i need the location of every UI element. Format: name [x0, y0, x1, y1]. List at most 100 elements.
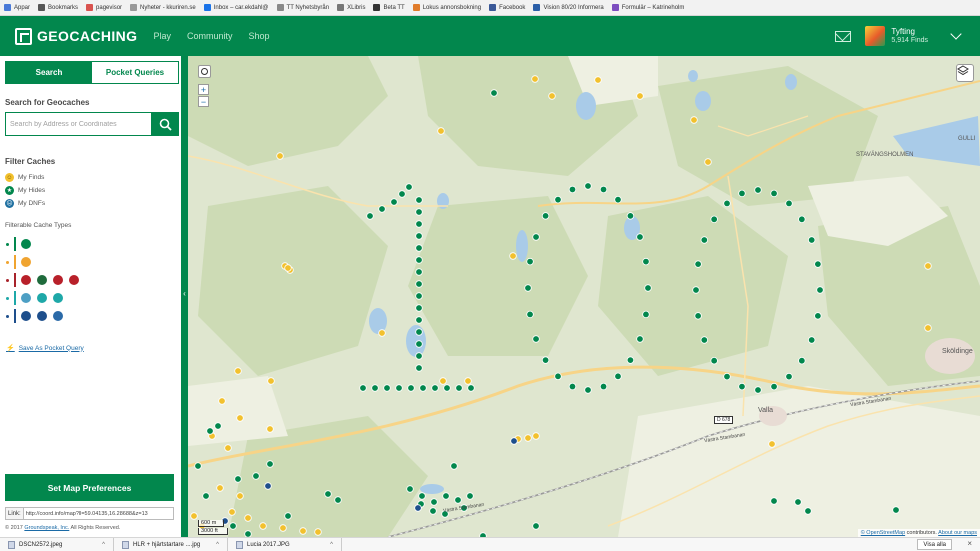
found-cache-marker[interactable]	[279, 524, 287, 532]
traditional-cache-marker[interactable]	[266, 460, 274, 468]
traditional-cache-marker[interactable]	[214, 422, 222, 430]
close-icon[interactable]: ×	[967, 539, 972, 548]
bookmark-facebook[interactable]: Facebook	[489, 4, 525, 11]
search-button[interactable]	[151, 112, 179, 136]
openstreetmap-link[interactable]: © OpenStreetMap	[861, 530, 905, 536]
traditional-cache-marker[interactable]	[584, 182, 592, 190]
avatar[interactable]	[865, 26, 886, 46]
traditional-cache-marker[interactable]	[415, 280, 423, 288]
traditional-cache-marker[interactable]	[554, 195, 562, 204]
traditional-cache-marker[interactable]	[770, 382, 778, 391]
traditional-cache-marker[interactable]	[490, 89, 498, 97]
found-cache-marker[interactable]	[267, 377, 275, 385]
found-cache-marker[interactable]	[236, 414, 244, 422]
chevron-up-icon[interactable]: ^	[330, 542, 333, 548]
traditional-cache-marker[interactable]	[700, 336, 709, 344]
cache-type-row-virtual[interactable]	[6, 291, 69, 305]
traditional-cache-marker[interactable]	[754, 186, 762, 194]
traditional-cache-marker[interactable]	[644, 284, 652, 292]
found-cache-marker[interactable]	[266, 425, 274, 433]
traditional-cache-marker[interactable]	[467, 384, 475, 392]
found-cache-marker[interactable]	[244, 514, 252, 522]
mystery-cache-icon[interactable]	[21, 311, 31, 321]
traditional-cache-marker[interactable]	[415, 304, 423, 312]
found-cache-marker[interactable]	[548, 92, 556, 100]
user-info[interactable]: Tyfting 5,914 Finds	[891, 27, 928, 44]
traditional-cache-marker[interactable]	[398, 190, 406, 198]
traditional-cache-marker[interactable]	[723, 199, 731, 208]
map-link-field[interactable]: http://coord.info/map?ll=59.04135,16.286…	[22, 507, 174, 520]
save-as-pocket-query-link[interactable]: ⚡ Save As Pocket Query	[6, 344, 84, 353]
bookmark-vision[interactable]: Vision 80/20 Informera	[533, 4, 604, 11]
traditional-cache-marker[interactable]	[415, 220, 423, 228]
show-all-downloads-button[interactable]: Visa alla	[917, 539, 952, 550]
traditional-cache-marker[interactable]	[599, 185, 608, 194]
traditional-cache-marker[interactable]	[407, 384, 415, 392]
traditional-cache-marker[interactable]	[415, 340, 423, 348]
bookmark-lokus[interactable]: Lokus annonsbokning	[412, 4, 481, 11]
bookmark-apps[interactable]: Appar	[4, 4, 30, 11]
found-cache-marker[interactable]	[314, 528, 322, 536]
traditional-cache-marker[interactable]	[415, 268, 423, 276]
traditional-cache-marker[interactable]	[785, 199, 793, 208]
traditional-cache-marker[interactable]	[252, 472, 260, 480]
traditional-cache-marker[interactable]	[642, 310, 650, 319]
traditional-cache-marker[interactable]	[554, 372, 562, 381]
traditional-cache-marker[interactable]	[450, 462, 458, 470]
bookmark-beta-tt[interactable]: Beta TT	[373, 4, 405, 11]
found-cache-marker[interactable]	[276, 152, 284, 160]
found-cache-marker[interactable]	[299, 527, 307, 535]
chevron-down-icon[interactable]	[950, 28, 962, 40]
traditional-cache-icon[interactable]	[21, 239, 31, 249]
traditional-cache-marker[interactable]	[415, 232, 423, 240]
traditional-cache-marker[interactable]	[526, 257, 534, 266]
traditional-cache-marker[interactable]	[700, 236, 709, 244]
traditional-cache-marker[interactable]	[418, 492, 426, 500]
wherigo-icon[interactable]	[37, 311, 47, 321]
webcam-cache-icon[interactable]	[53, 293, 63, 303]
bookmark-inbox[interactable]: Inbox – car.ekdahl@	[203, 4, 269, 11]
bookmark-xlibris[interactable]: XLibris	[337, 4, 365, 11]
bookmark-bookmarks[interactable]: Bookmarks	[38, 4, 78, 11]
cache-type-row-events[interactable]	[6, 273, 85, 287]
found-cache-marker[interactable]	[532, 432, 540, 440]
traditional-cache-marker[interactable]	[202, 492, 210, 500]
traditional-cache-marker[interactable]	[814, 312, 822, 320]
bookmark-formular[interactable]: Formulär – Katrineholm	[611, 4, 684, 11]
found-cache-marker[interactable]	[924, 324, 932, 332]
traditional-cache-marker[interactable]	[415, 292, 423, 300]
bookmark-kkuriren[interactable]: Nyheter - kkuriren.se	[130, 4, 196, 11]
fullscreen-button[interactable]	[198, 65, 211, 78]
traditional-cache-marker[interactable]	[405, 183, 413, 191]
traditional-cache-marker[interactable]	[454, 496, 462, 504]
earthcache-icon[interactable]	[21, 293, 31, 303]
found-cache-marker[interactable]	[284, 264, 292, 272]
traditional-cache-marker[interactable]	[429, 507, 437, 515]
found-cache-marker[interactable]	[464, 377, 472, 385]
traditional-cache-marker[interactable]	[442, 492, 450, 500]
event-cache-icon[interactable]	[21, 275, 31, 285]
found-cache-marker[interactable]	[236, 492, 244, 500]
traditional-cache-marker[interactable]	[466, 492, 474, 500]
traditional-cache-marker[interactable]	[234, 475, 242, 483]
cache-type-row-multi[interactable]	[6, 255, 37, 269]
found-cache-marker[interactable]	[594, 76, 602, 84]
traditional-cache-marker[interactable]	[738, 189, 746, 198]
found-cache-marker[interactable]	[437, 127, 445, 135]
zoom-out-button[interactable]: −	[198, 96, 209, 107]
traditional-cache-marker[interactable]	[816, 286, 824, 294]
traditional-cache-marker[interactable]	[206, 427, 214, 435]
mystery-cache-marker[interactable]	[510, 437, 518, 445]
multi-cache-icon[interactable]	[21, 257, 31, 267]
download-item[interactable]: DSCN2572.jpeg ^	[0, 537, 114, 551]
found-cache-marker[interactable]	[216, 484, 224, 492]
traditional-cache-marker[interactable]	[723, 372, 731, 381]
mystery-cache-marker[interactable]	[414, 504, 422, 512]
found-cache-marker[interactable]	[218, 397, 226, 405]
traditional-cache-marker[interactable]	[794, 498, 802, 506]
traditional-cache-marker[interactable]	[415, 208, 423, 216]
traditional-cache-marker[interactable]	[443, 384, 451, 392]
found-cache-marker[interactable]	[378, 329, 386, 337]
traditional-cache-marker[interactable]	[804, 507, 812, 515]
traditional-cache-marker[interactable]	[431, 384, 439, 392]
